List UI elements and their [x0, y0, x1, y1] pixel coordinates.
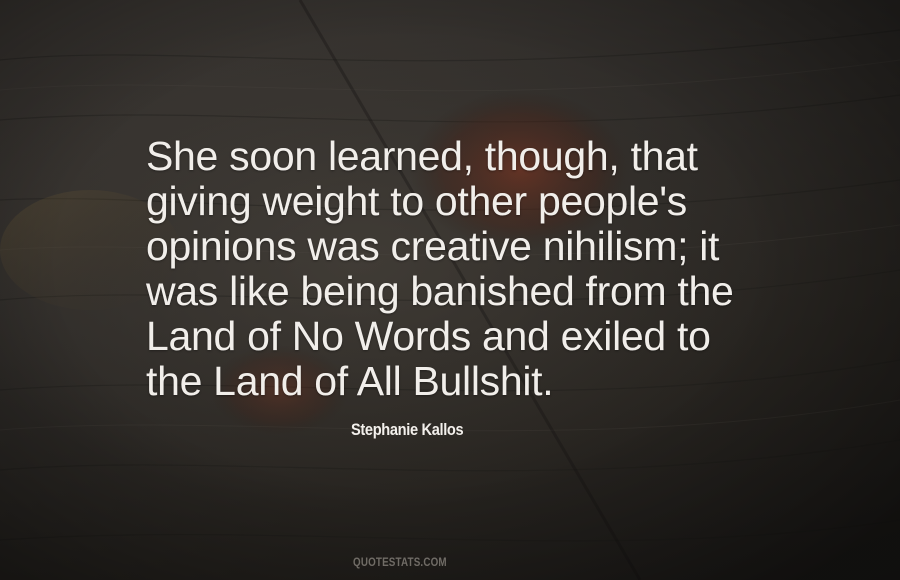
quote-line: Land of No Words and exiled to — [146, 313, 711, 359]
quote-line: giving weight to other people's — [146, 178, 687, 224]
site-watermark: QUOTESTATS.COM — [353, 555, 447, 569]
quote-line: opinions was creative nihilism; it — [146, 223, 720, 269]
quote-text: She soon learned, though, that giving we… — [146, 134, 846, 404]
quote-line: She soon learned, though, that — [146, 133, 698, 179]
quote-line: the Land of All Bullshit. — [146, 358, 554, 404]
quote-image: She soon learned, though, that giving we… — [0, 0, 900, 580]
quote-author: Stephanie Kallos — [351, 420, 464, 439]
quote-line: was like being banished from the — [146, 268, 734, 314]
